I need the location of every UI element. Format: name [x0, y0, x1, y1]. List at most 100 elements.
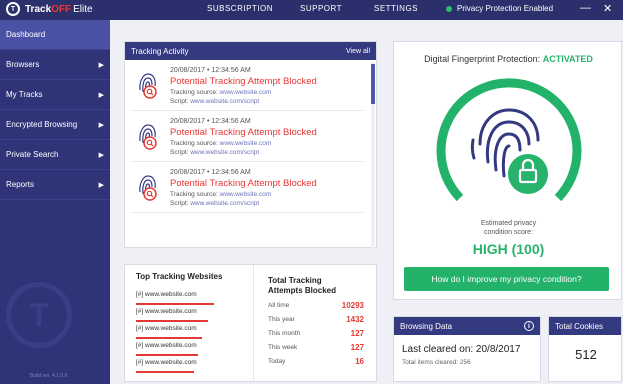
list-item[interactable]: 20/08/2017 • 12:34:56 AM Potential Track…	[131, 60, 363, 111]
fingerprint-blocked-icon	[139, 175, 157, 201]
site-bar	[136, 320, 208, 322]
nav-support[interactable]: SUPPORT	[300, 4, 342, 13]
total-attempts-title: Total Tracking Attempts Blocked	[268, 276, 337, 295]
chevron-right-icon: ▶	[98, 61, 104, 69]
count-label: This week	[268, 344, 298, 351]
count-value: 10293	[341, 301, 364, 310]
entry-script: Script: www.website.com/script	[170, 98, 260, 105]
fingerprint-protection-panel: Digital Fingerprint Protection: ACTIVATE…	[393, 41, 622, 300]
count-value: 16	[355, 357, 364, 366]
nav-subscription[interactable]: SUBSCRIPTION	[207, 4, 273, 13]
title-bar: T TrackOFF Elite SUBSCRIPTION SUPPORT SET…	[0, 0, 623, 20]
source-link[interactable]: www.website.com	[220, 140, 272, 147]
panel-header: Tracking Activity View all	[125, 42, 376, 60]
list-item[interactable]: 20/08/2017 • 12:34:56 AM Potential Track…	[131, 111, 363, 162]
sidebar-item-my-tracks[interactable]: My Tracks ▶	[0, 80, 110, 110]
script-link[interactable]: www.website.com/script	[190, 200, 259, 207]
entry-script: Script: www.website.com/script	[170, 149, 260, 156]
count-value: 1432	[346, 315, 364, 324]
estimated-score-label: Estimated privacy condition score:	[480, 220, 537, 236]
cookies-count: 512	[575, 347, 597, 362]
view-all-link[interactable]: View all	[346, 48, 370, 55]
site-bar	[136, 354, 198, 356]
privacy-score: HIGH (100)	[472, 241, 545, 257]
close-button[interactable]: ✕	[603, 2, 612, 15]
sidebar-item-private-search[interactable]: Private Search ▶	[0, 140, 110, 170]
activity-list: 20/08/2017 • 12:34:56 AM Potential Track…	[125, 60, 371, 248]
entry-title: Potential Tracking Attempt Blocked	[170, 76, 317, 87]
sidebar-item-label: Reports	[6, 180, 35, 189]
sidebar-item-browsers[interactable]: Browsers ▶	[0, 50, 110, 80]
chevron-right-icon: ▶	[98, 91, 104, 99]
logo-icon: T	[6, 2, 20, 16]
sidebar: Dashboard Browsers ▶ My Tracks ▶ Encrypt…	[0, 20, 110, 384]
source-link[interactable]: www.website.com	[220, 191, 272, 198]
script-link[interactable]: www.website.com/script	[190, 149, 259, 156]
brand-edition: Elite	[73, 3, 93, 15]
entry-title: Potential Tracking Attempt Blocked	[170, 178, 317, 189]
fingerprint-blocked-icon	[139, 73, 157, 99]
site-row[interactable]: [#] www.website.com	[136, 342, 197, 349]
sidebar-item-reports[interactable]: Reports ▶	[0, 170, 110, 200]
minimize-button[interactable]: —	[580, 2, 591, 14]
list-item[interactable]: 20/08/2017 • 12:34:56 AM Potential Track…	[131, 162, 363, 213]
total-cookies-panel: Total Cookies 512	[548, 316, 622, 382]
count-label: This month	[268, 330, 301, 337]
status-dot-icon	[446, 5, 452, 12]
source-link[interactable]: www.website.com	[220, 89, 272, 96]
last-cleared: Last cleared on: 20/8/2017	[402, 344, 521, 355]
site-row[interactable]: [#] www.website.com	[136, 325, 197, 332]
count-value: 127	[350, 343, 364, 352]
site-row[interactable]: [#] www.website.com	[136, 291, 197, 298]
scrollbar-thumb[interactable]	[371, 64, 375, 104]
improve-privacy-button[interactable]: How do I improve my privacy condition?	[404, 267, 609, 291]
brand-name-b: OFF	[51, 3, 72, 15]
site-row[interactable]: [#] www.website.com	[136, 308, 197, 315]
panel-title: Browsing Data	[400, 321, 453, 331]
entry-timestamp: 20/08/2017 • 12:34:56 AM	[170, 169, 251, 176]
sidebar-item-label: Private Search	[6, 150, 59, 159]
sidebar-item-label: Browsers	[6, 60, 40, 69]
nav-settings[interactable]: SETTINGS	[374, 4, 418, 13]
count-label: Today	[268, 358, 286, 365]
activated-status: ACTIVATED	[542, 54, 593, 64]
chevron-right-icon: ▶	[98, 121, 104, 129]
chevron-right-icon: ▶	[98, 181, 104, 189]
brand-name-a: Track	[25, 3, 52, 15]
sidebar-item-label: Dashboard	[6, 30, 46, 39]
items-cleared: Total items cleared: 256	[402, 359, 471, 366]
app-logo: T TrackOFF Elite	[6, 2, 93, 16]
panel-title: Tracking Activity	[131, 46, 189, 56]
entry-source: Tracking source: www.website.com	[170, 89, 272, 96]
panel-title: Total Cookies	[555, 321, 604, 331]
entry-source: Tracking source: www.website.com	[170, 140, 272, 147]
top-sites-title: Top Tracking Websites	[136, 272, 223, 281]
tracking-activity-panel: Tracking Activity View all 20/08/2017 • …	[124, 41, 377, 248]
site-bar	[136, 337, 202, 339]
site-bar	[136, 303, 214, 305]
entry-timestamp: 20/08/2017 • 12:34:56 AM	[170, 67, 251, 74]
site-row[interactable]: [#] www.website.com	[136, 359, 197, 366]
sidebar-item-label: Encrypted Browsing	[6, 120, 78, 129]
sidebar-item-dashboard[interactable]: Dashboard	[0, 20, 110, 50]
gauge-arc	[436, 78, 582, 202]
entry-title: Potential Tracking Attempt Blocked	[170, 127, 317, 138]
entry-script: Script: www.website.com/script	[170, 200, 260, 207]
info-icon[interactable]: i	[524, 321, 534, 331]
count-value: 127	[350, 329, 364, 338]
sidebar-item-encrypted-browsing[interactable]: Encrypted Browsing ▶	[0, 110, 110, 140]
count-label: All time	[268, 302, 290, 309]
entry-timestamp: 20/08/2017 • 12:34:56 AM	[170, 118, 251, 125]
chevron-right-icon: ▶	[98, 151, 104, 159]
entry-source: Tracking source: www.website.com	[170, 191, 272, 198]
privacy-status: Privacy Protection Enabled	[446, 4, 553, 13]
sidebar-item-label: My Tracks	[6, 90, 43, 99]
tracking-stats-panel: Top Tracking Websites [#] www.website.co…	[124, 264, 377, 383]
fingerprint-title: Digital Fingerprint Protection: ACTIVATE…	[424, 54, 593, 64]
fingerprint-blocked-icon	[139, 124, 157, 150]
script-link[interactable]: www.website.com/script	[190, 98, 259, 105]
activity-scrollbar[interactable]	[371, 62, 375, 248]
browsing-data-panel: Browsing Data i Last cleared on: 20/8/20…	[393, 316, 541, 382]
panel-header: Total Cookies	[549, 317, 621, 335]
build-version: Build ver. 4.1.0.0	[30, 373, 68, 379]
